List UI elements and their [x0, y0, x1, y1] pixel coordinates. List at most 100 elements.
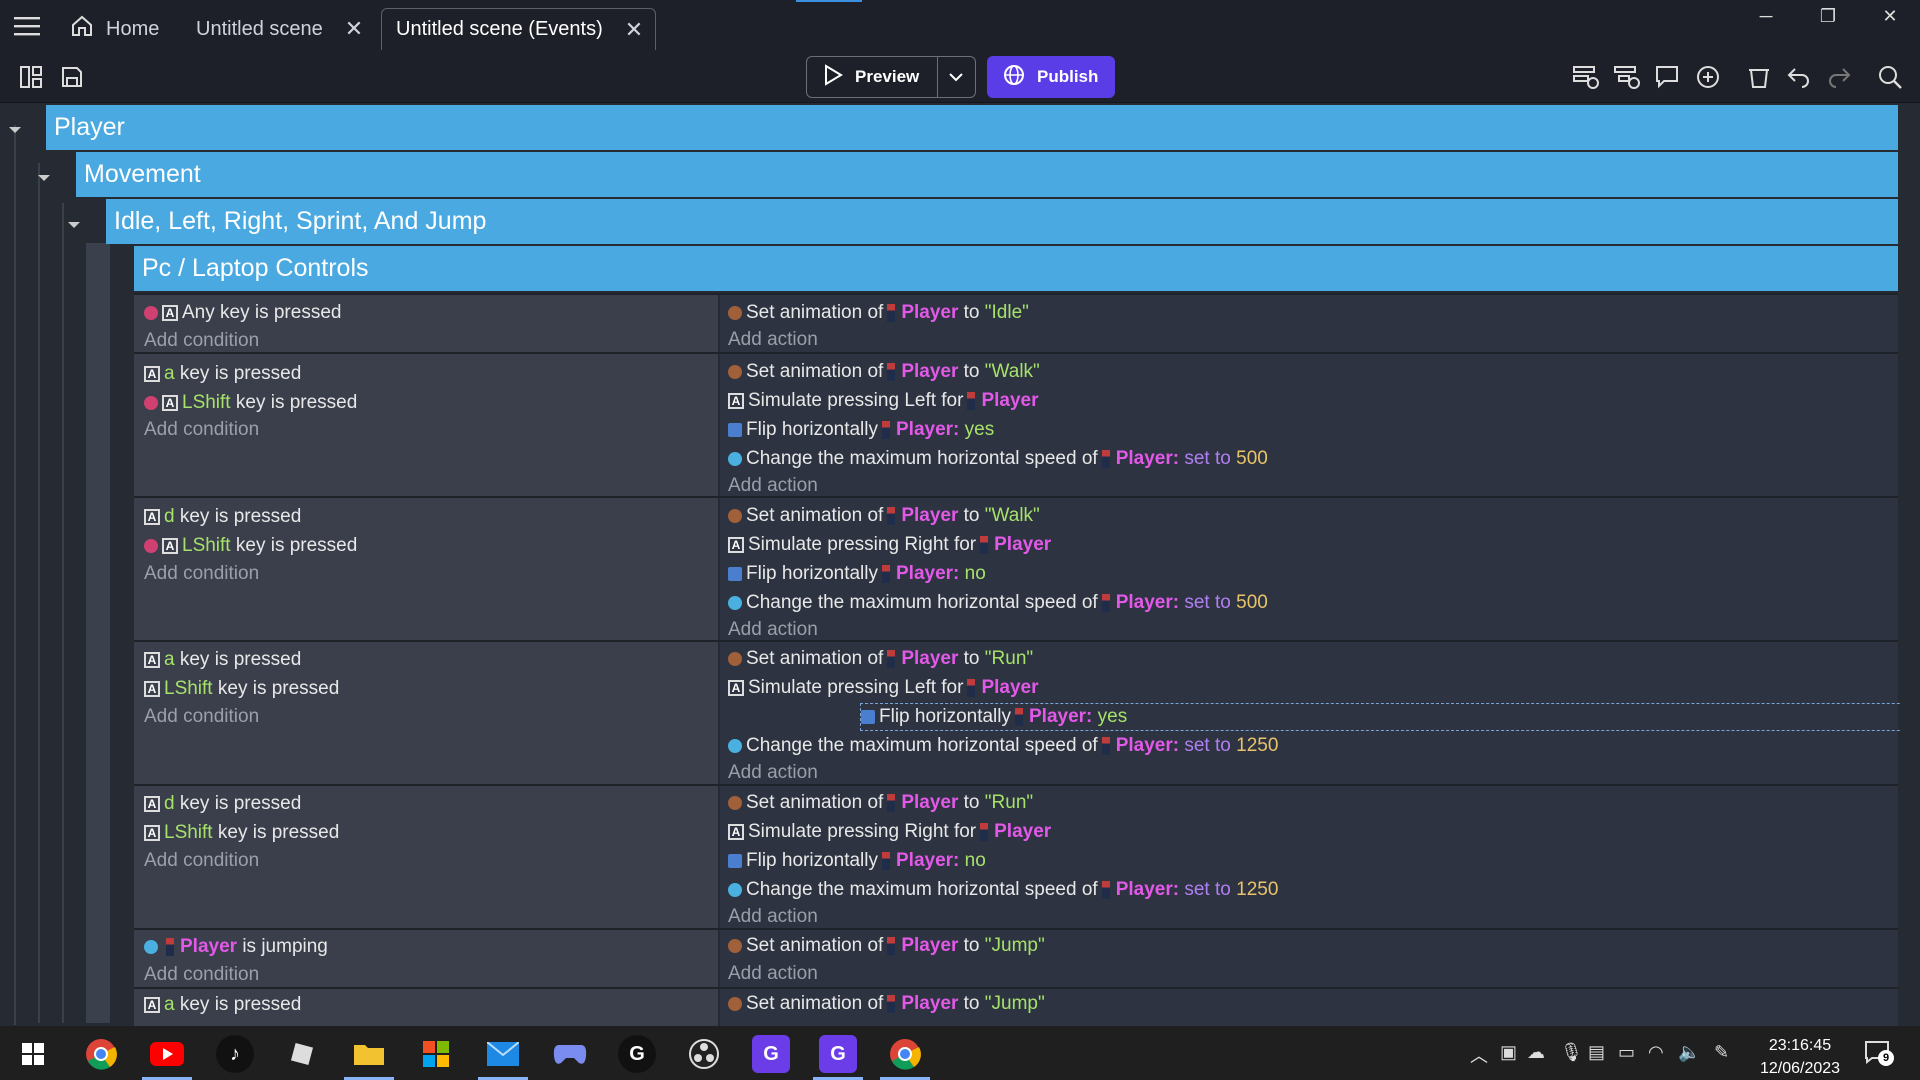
conditions-column[interactable]: Aa key is pressed: [134, 989, 718, 1026]
action[interactable]: Flip horizontally Player: no: [728, 560, 986, 588]
mail-icon[interactable]: [484, 1035, 522, 1073]
add-condition[interactable]: Add condition: [144, 327, 259, 355]
add-comment-icon[interactable]: [1650, 60, 1684, 94]
actions-column[interactable]: Set animation of Player to "Idle" Add act…: [720, 295, 1898, 352]
action[interactable]: Set animation of Player to "Walk": [728, 502, 1040, 530]
panels-icon[interactable]: [14, 60, 48, 94]
add-action[interactable]: Add action: [728, 759, 818, 787]
windows-start-icon[interactable]: [14, 1035, 52, 1073]
gdevelop-icon[interactable]: G: [819, 1035, 857, 1073]
action[interactable]: Flip horizontally Player: yes: [728, 416, 994, 444]
collapse-arrow-icon[interactable]: [37, 170, 51, 188]
publish-button[interactable]: Publish: [987, 56, 1115, 98]
conditions-column[interactable]: Ad key is pressed A LShift key is pressed…: [134, 498, 718, 640]
add-event-icon[interactable]: [1569, 60, 1603, 94]
action[interactable]: Set animation of Player to "Run": [728, 789, 1033, 817]
action[interactable]: Flip horizontally Player: no: [728, 847, 986, 875]
battery-icon[interactable]: ▭: [1618, 1042, 1635, 1063]
actions-column[interactable]: Set animation of Player to "Run" A Simulat…: [720, 786, 1898, 928]
event-row[interactable]: Ad key is pressed A LShift key is pressed…: [134, 496, 1898, 640]
tab-home[interactable]: Home: [56, 8, 176, 50]
event-row[interactable]: Aa key is pressed A LShift key is pressed…: [134, 640, 1920, 787]
action[interactable]: Change the maximum horizontal speed of Pl…: [728, 589, 1268, 617]
selected-action[interactable]: Flip horizontally Player: yes: [860, 703, 1920, 731]
add-condition[interactable]: Add condition: [144, 847, 259, 875]
condition[interactable]: Aa key is pressed: [144, 991, 301, 1019]
file-explorer-icon[interactable]: [350, 1035, 388, 1073]
action[interactable]: Set animation of Player to "Walk": [728, 358, 1040, 386]
add-condition[interactable]: Add condition: [144, 416, 259, 444]
obs-icon[interactable]: [685, 1035, 723, 1073]
condition[interactable]: A LShift key is pressed: [144, 389, 357, 417]
tab-scene-events[interactable]: Untitled scene (Events) ✕: [381, 8, 656, 50]
tab-scene[interactable]: Untitled scene ✕: [182, 8, 376, 50]
condition[interactable]: Player is jumping: [144, 933, 328, 961]
add-condition[interactable]: Add condition: [144, 961, 259, 989]
actions-column[interactable]: Set animation of Player to "Walk" A Simula…: [720, 354, 1898, 496]
action[interactable]: Set animation of Player to "Idle": [728, 299, 1029, 327]
store-icon[interactable]: [417, 1035, 455, 1073]
maximize-button[interactable]: ❐: [1797, 0, 1859, 32]
collapse-arrow-icon[interactable]: [67, 217, 81, 235]
gamepad-icon[interactable]: [551, 1035, 589, 1073]
add-action[interactable]: Add action: [728, 960, 818, 988]
add-icon[interactable]: [1691, 60, 1725, 94]
group-header[interactable]: Player: [46, 105, 1898, 150]
chevron-up-icon[interactable]: ︿: [1470, 1042, 1488, 1068]
condition[interactable]: Aa key is pressed: [144, 646, 301, 674]
conditions-column[interactable]: A Any key is pressed Add condition: [134, 295, 718, 352]
action[interactable]: A Simulate pressing Right for Player: [728, 818, 1051, 846]
logitech-icon[interactable]: G: [618, 1035, 656, 1073]
add-action[interactable]: Add action: [728, 326, 818, 354]
action[interactable]: Set animation of Player to "Jump": [728, 932, 1045, 960]
chrome-icon[interactable]: [82, 1035, 120, 1073]
gdevelop-icon[interactable]: G: [752, 1035, 790, 1073]
conditions-column[interactable]: Aa key is pressed A LShift key is pressed…: [134, 642, 718, 784]
event-row[interactable]: A Any key is pressed Add condition Set an…: [134, 293, 1898, 352]
notification-icon[interactable]: 9: [1864, 1040, 1894, 1066]
chrome-icon[interactable]: [886, 1035, 924, 1073]
preview-button[interactable]: Preview: [806, 56, 976, 98]
close-tab-icon[interactable]: ✕: [625, 17, 643, 43]
action[interactable]: Set animation of Player to "Jump": [728, 990, 1045, 1018]
close-tab-icon[interactable]: ✕: [345, 16, 363, 42]
group-header[interactable]: Movement: [76, 152, 1898, 197]
condition[interactable]: Ad key is pressed: [144, 503, 301, 531]
condition[interactable]: Aa key is pressed: [144, 360, 301, 388]
action[interactable]: Change the maximum horizontal speed of Pl…: [728, 732, 1278, 760]
event-row[interactable]: Aa key is pressed A LShift key is pressed…: [134, 352, 1898, 496]
add-condition[interactable]: Add condition: [144, 703, 259, 731]
hamburger-menu-icon[interactable]: [10, 10, 44, 42]
action[interactable]: A Simulate pressing Left for Player: [728, 674, 1039, 702]
add-action[interactable]: Add action: [728, 903, 818, 931]
conditions-column[interactable]: Ad key is pressed A LShift key is pressed…: [134, 786, 718, 928]
add-condition[interactable]: Add condition: [144, 560, 259, 588]
condition[interactable]: A LShift key is pressed: [144, 819, 339, 847]
event-row[interactable]: Ad key is pressed A LShift key is pressed…: [134, 784, 1898, 928]
close-window-button[interactable]: ✕: [1859, 0, 1920, 32]
chevron-down-icon[interactable]: [947, 68, 965, 91]
action[interactable]: Set animation of Player to "Run": [728, 645, 1033, 673]
trash-icon[interactable]: [1742, 60, 1776, 94]
action[interactable]: A Simulate pressing Left for Player: [728, 387, 1039, 415]
condition[interactable]: A LShift key is pressed: [144, 675, 339, 703]
conditions-column[interactable]: Player is jumping Add condition: [134, 930, 718, 987]
meet-icon[interactable]: ▣: [1500, 1042, 1517, 1063]
tiktok-icon[interactable]: ♪: [216, 1035, 254, 1073]
roblox-icon[interactable]: [283, 1035, 321, 1073]
undo-icon[interactable]: [1782, 60, 1816, 94]
actions-column[interactable]: Set animation of Player to "Run" A Simulat…: [720, 642, 1920, 787]
microphone-icon[interactable]: 🎙: [1560, 1042, 1583, 1063]
minimize-button[interactable]: ─: [1735, 0, 1797, 32]
clock[interactable]: 23:16:45 12/06/2023: [1752, 1034, 1848, 1080]
actions-column[interactable]: Set animation of Player to "Walk" A Simula…: [720, 498, 1898, 640]
cloud-icon[interactable]: ☁: [1527, 1042, 1545, 1063]
event-row[interactable]: Player is jumping Add condition Set anim…: [134, 928, 1898, 987]
condition[interactable]: A LShift key is pressed: [144, 532, 357, 560]
scrollbar-track[interactable]: [1900, 103, 1920, 1026]
collapse-arrow-icon[interactable]: [8, 122, 22, 140]
action[interactable]: Change the maximum horizontal speed of Pl…: [728, 445, 1268, 473]
display-icon[interactable]: ▤: [1588, 1042, 1605, 1063]
actions-column[interactable]: Set animation of Player to "Jump": [720, 989, 1898, 1026]
action[interactable]: A Simulate pressing Right for Player: [728, 531, 1051, 559]
